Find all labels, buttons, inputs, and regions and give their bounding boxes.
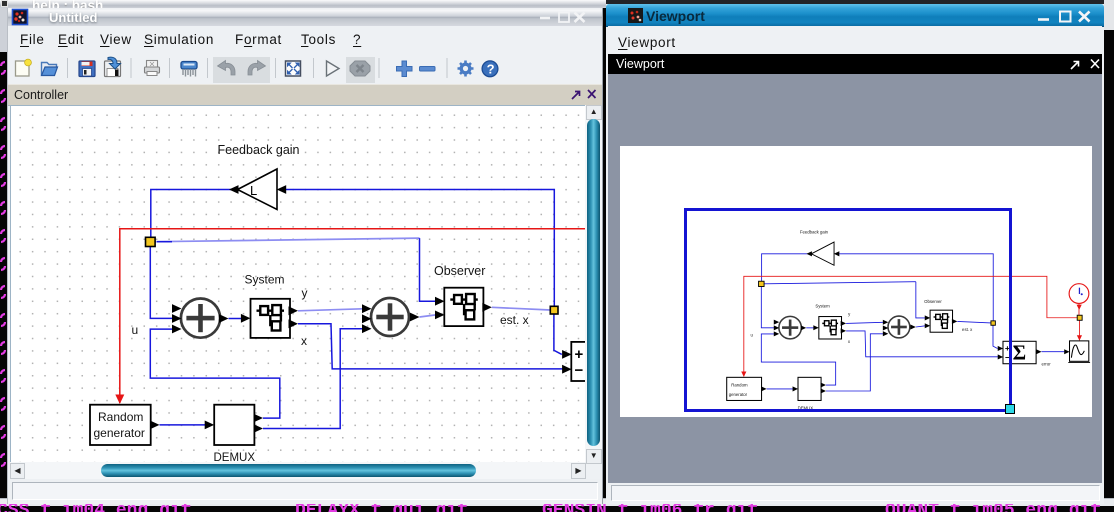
- svg-text:DEMUX: DEMUX: [214, 452, 256, 463]
- svg-text:x: x: [301, 334, 307, 348]
- svg-text:Σ: Σ: [1013, 343, 1027, 365]
- svg-text:−: −: [575, 362, 584, 379]
- svg-text:Observer: Observer: [434, 264, 485, 278]
- svg-text:+: +: [575, 346, 584, 363]
- svg-text:error: error: [1042, 362, 1052, 367]
- svg-text:L: L: [250, 183, 257, 198]
- svg-text:Feedback gain: Feedback gain: [218, 143, 300, 157]
- svg-text:u: u: [132, 323, 139, 337]
- svg-text:?: ?: [487, 62, 495, 77]
- svg-text:y: y: [302, 286, 308, 300]
- svg-text:Random: Random: [98, 410, 143, 424]
- svg-text:generator: generator: [94, 426, 145, 440]
- svg-text:System: System: [245, 272, 285, 286]
- svg-text:est. x: est. x: [500, 313, 529, 327]
